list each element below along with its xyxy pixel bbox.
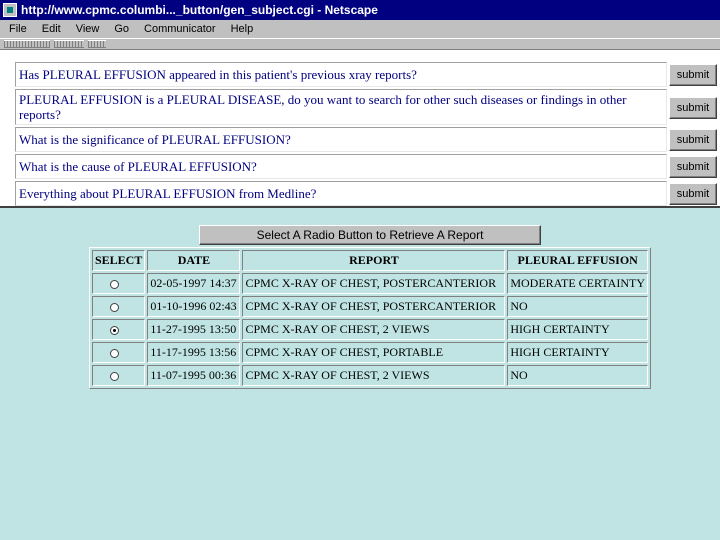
report-date: 11-27-1995 13:50 xyxy=(147,319,241,340)
question-text: What is the cause of PLEURAL EFFUSION? xyxy=(15,154,667,179)
effusion-certainty: HIGH CERTAINTY xyxy=(507,342,648,363)
report-type: CPMC X-RAY OF CHEST, 2 VIEWS xyxy=(242,319,506,340)
select-cell xyxy=(92,296,146,317)
table-row: 11-07-1995 00:36 CPMC X-RAY OF CHEST, 2 … xyxy=(92,365,648,386)
report-radio-button[interactable] xyxy=(110,348,120,358)
report-date: 11-17-1995 13:56 xyxy=(147,342,241,363)
select-cell xyxy=(92,273,146,294)
question-row: What is the significance of PLEURAL EFFU… xyxy=(15,127,717,152)
select-cell xyxy=(92,342,146,363)
report-date: 11-07-1995 00:36 xyxy=(147,365,241,386)
question-text: Has PLEURAL EFFUSION appeared in this pa… xyxy=(15,62,667,87)
report-radio-button[interactable] xyxy=(110,371,120,381)
collapsed-toolbars xyxy=(0,38,720,50)
location-toolbar-grip[interactable] xyxy=(54,40,84,48)
question-row: Has PLEURAL EFFUSION appeared in this pa… xyxy=(15,62,717,87)
effusion-certainty: NO xyxy=(507,365,648,386)
column-header-report: REPORT xyxy=(242,250,506,271)
question-row: PLEURAL EFFUSION is a PLEURAL DISEASE, d… xyxy=(15,89,717,125)
question-text: PLEURAL EFFUSION is a PLEURAL DISEASE, d… xyxy=(15,89,667,125)
column-header-date: DATE xyxy=(147,250,241,271)
navigation-toolbar-grip[interactable] xyxy=(4,40,50,48)
question-text: What is the significance of PLEURAL EFFU… xyxy=(15,127,667,152)
table-row: 11-17-1995 13:56 CPMC X-RAY OF CHEST, PO… xyxy=(92,342,648,363)
submit-button[interactable]: submit xyxy=(669,96,717,119)
submit-button[interactable]: submit xyxy=(669,156,717,178)
report-radio-button[interactable] xyxy=(110,325,120,335)
retrieve-report-button[interactable]: Select A Radio Button to Retrieve A Repo… xyxy=(199,225,541,245)
question-action: submit xyxy=(669,127,717,152)
table-row: 11-27-1995 13:50 CPMC X-RAY OF CHEST, 2 … xyxy=(92,319,648,340)
menu-communicator[interactable]: Communicator xyxy=(135,23,222,35)
table-header-row: SELECT DATE REPORT PLEURAL EFFUSION xyxy=(92,250,648,271)
report-type: CPMC X-RAY OF CHEST, 2 VIEWS xyxy=(242,365,506,386)
questions-frame: Has PLEURAL EFFUSION appeared in this pa… xyxy=(0,50,720,208)
menu-go[interactable]: Go xyxy=(105,23,135,35)
question-action: submit xyxy=(669,62,717,87)
menu-view[interactable]: View xyxy=(67,23,106,35)
report-radio-button[interactable] xyxy=(110,302,120,312)
reports-frame: Select A Radio Button to Retrieve A Repo… xyxy=(0,208,720,540)
menu-help[interactable]: Help xyxy=(222,23,260,35)
column-header-select: SELECT xyxy=(92,250,146,271)
effusion-certainty: NO xyxy=(507,296,648,317)
select-cell xyxy=(92,365,146,386)
personal-toolbar-grip[interactable] xyxy=(88,40,106,48)
submit-button[interactable]: submit xyxy=(669,64,717,86)
window-title-bar[interactable]: http://www.cpmc.columbi..._button/gen_su… xyxy=(0,0,720,20)
window-title: http://www.cpmc.columbi..._button/gen_su… xyxy=(21,3,378,17)
report-date: 02-05-1997 14:37 xyxy=(147,273,241,294)
effusion-certainty: HIGH CERTAINTY xyxy=(507,319,648,340)
netscape-app-icon[interactable] xyxy=(3,3,17,17)
report-type: CPMC X-RAY OF CHEST, PORTABLE xyxy=(242,342,506,363)
question-text: Everything about PLEURAL EFFUSION from M… xyxy=(15,181,667,206)
report-type: CPMC X-RAY OF CHEST, POSTERCANTERIOR xyxy=(242,273,506,294)
question-action: submit xyxy=(669,181,717,206)
menu-edit[interactable]: Edit xyxy=(33,23,67,35)
report-date: 01-10-1996 02:43 xyxy=(147,296,241,317)
question-action: submit xyxy=(669,154,717,179)
effusion-certainty: MODERATE CERTAINTY xyxy=(507,273,648,294)
report-radio-button[interactable] xyxy=(110,279,120,289)
menu-file[interactable]: File xyxy=(0,23,33,35)
questions-table: Has PLEURAL EFFUSION appeared in this pa… xyxy=(13,60,719,208)
reports-table: SELECT DATE REPORT PLEURAL EFFUSION 02-0… xyxy=(89,247,651,389)
question-row: What is the cause of PLEURAL EFFUSION? s… xyxy=(15,154,717,179)
table-row: 02-05-1997 14:37 CPMC X-RAY OF CHEST, PO… xyxy=(92,273,648,294)
column-header-pleural-effusion: PLEURAL EFFUSION xyxy=(507,250,648,271)
question-action: submit xyxy=(669,89,717,125)
submit-button[interactable]: submit xyxy=(669,183,717,205)
report-type: CPMC X-RAY OF CHEST, POSTERCANTERIOR xyxy=(242,296,506,317)
table-row: 01-10-1996 02:43 CPMC X-RAY OF CHEST, PO… xyxy=(92,296,648,317)
select-cell xyxy=(92,319,146,340)
menu-bar: File Edit View Go Communicator Help xyxy=(0,20,720,38)
submit-button[interactable]: submit xyxy=(669,129,717,151)
question-row: Everything about PLEURAL EFFUSION from M… xyxy=(15,181,717,206)
